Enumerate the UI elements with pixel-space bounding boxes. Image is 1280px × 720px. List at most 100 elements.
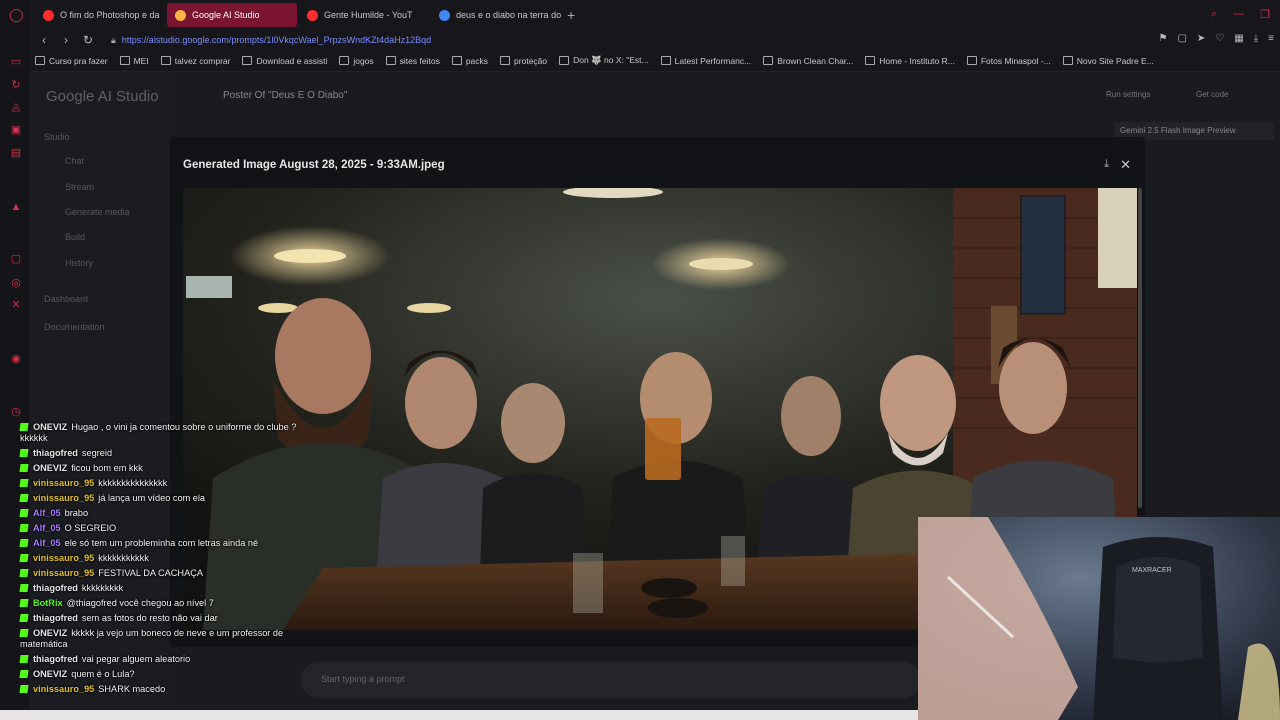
player-icon[interactable]: ◉ bbox=[9, 352, 23, 366]
chat-username[interactable]: BotRix bbox=[33, 598, 63, 608]
folder-icon bbox=[660, 56, 671, 65]
bookmark-icon[interactable]: ⚑ bbox=[1159, 33, 1168, 44]
bookmark-item[interactable]: Download e assisti bbox=[242, 56, 327, 66]
aria-icon[interactable]: ▲ bbox=[9, 200, 23, 214]
bookmark-item[interactable]: jogos bbox=[339, 56, 374, 66]
chat-text: SHARK macedo bbox=[98, 684, 166, 694]
chat-username[interactable]: thiagofred bbox=[33, 448, 78, 458]
bookmark-label: MEI bbox=[133, 55, 149, 66]
chat-message: BotRix @thiagofred você chegou ao nível 7 bbox=[19, 596, 310, 611]
ai-icon[interactable]: ◬ bbox=[9, 100, 23, 114]
get-code-button[interactable]: Get code bbox=[1196, 90, 1228, 99]
chat-message: Alf_05 ele só tem um probleminha com letr… bbox=[19, 536, 310, 551]
bookmark-item[interactable]: proteção bbox=[500, 56, 547, 66]
sidebar-item-dashboard[interactable]: Dashboard bbox=[44, 294, 88, 304]
chat-text: quem é o Lula? bbox=[71, 669, 135, 679]
bookmarks-bar: Curso pra fazer MEI talvez comprar Download… bbox=[31, 50, 1280, 72]
menu-icon[interactable]: ≡ bbox=[1268, 33, 1274, 44]
chat-username[interactable]: vinissauro_95 bbox=[33, 684, 94, 694]
x-icon[interactable]: ✕ bbox=[9, 298, 23, 312]
heart-icon[interactable]: ♡ bbox=[1215, 33, 1224, 44]
sidebar-item-stream[interactable]: Stream bbox=[65, 182, 94, 192]
chat-username[interactable]: ONEVIZ bbox=[33, 463, 67, 473]
chat-username[interactable]: thiagofred bbox=[33, 654, 78, 664]
sidebar-item-documentation[interactable]: Documentation bbox=[44, 322, 105, 332]
chat-username[interactable]: vinissauro_95 bbox=[33, 553, 94, 563]
chat-text: já lança um vídeo com ela bbox=[98, 493, 206, 503]
minimize-button[interactable]: — bbox=[1233, 8, 1244, 21]
chat-message: ONEVIZ quem é o Lula? bbox=[19, 667, 310, 682]
bookmark-label: packs bbox=[465, 55, 489, 66]
bookmark-item[interactable]: packs bbox=[451, 55, 489, 66]
chat-username[interactable]: ONEVIZ bbox=[33, 422, 67, 432]
chat-message: thiagofred sem as fotos do resto não vai … bbox=[19, 611, 310, 626]
chat-text: FESTIVAL DA CACHAÇA bbox=[98, 568, 203, 578]
download-icon[interactable]: ⤓ bbox=[1104, 158, 1109, 171]
chat-username[interactable]: thiagofred bbox=[33, 583, 78, 593]
tab-label: deus e o diabo na terra do bbox=[456, 10, 561, 20]
chat-text: kkkkkkkkkkkkkkk bbox=[98, 478, 168, 488]
history-icon[interactable]: ◷ bbox=[9, 405, 23, 419]
tab-gente-humilde[interactable]: Gente Humilde - YouT bbox=[299, 3, 429, 27]
download-icon[interactable]: ⤓ bbox=[1254, 33, 1258, 44]
tab-photoshop[interactable]: O fim do Photoshop e da bbox=[35, 3, 165, 27]
prompt-title[interactable]: Poster Of "Deus E O Diabo" bbox=[223, 90, 347, 101]
new-tab-button[interactable]: + bbox=[567, 7, 575, 23]
webcam-feed: MAXRACER bbox=[918, 517, 1280, 720]
chat-icon[interactable]: ▢ bbox=[9, 252, 23, 266]
extension-icon[interactable]: ▤ bbox=[9, 146, 23, 160]
bookmark-item[interactable]: Novo Site Padre E... bbox=[1062, 56, 1154, 66]
refresh-icon[interactable]: ↻ bbox=[9, 78, 23, 92]
youtube-icon bbox=[307, 9, 318, 21]
kick-badge-icon bbox=[19, 524, 29, 532]
run-settings-label: Run settings bbox=[1106, 90, 1151, 99]
url-field[interactable]: 🔒︎ https://aistudio.google.com/prompts/1l… bbox=[111, 35, 431, 46]
home-icon[interactable]: ▭ bbox=[9, 55, 23, 69]
sidebar-item-history[interactable]: History bbox=[65, 258, 93, 268]
forward-button[interactable]: › bbox=[57, 33, 75, 47]
modal-scrollbar[interactable] bbox=[1138, 188, 1142, 508]
bookmark-item[interactable]: Don 🐺 no X: "Est... bbox=[559, 55, 649, 66]
chat-username[interactable]: ONEVIZ bbox=[33, 669, 67, 679]
chat-message: vinissauro_95 já lança um vídeo com ela bbox=[19, 491, 310, 506]
bookmark-label: sites feitos bbox=[399, 55, 440, 66]
whatsapp-icon[interactable]: ◎ bbox=[9, 276, 23, 290]
sidebar-item-chat[interactable]: Chat bbox=[65, 156, 84, 166]
bookmark-item[interactable]: MEI bbox=[119, 55, 149, 66]
folder-icon bbox=[160, 56, 171, 65]
sidebar-item-studio[interactable]: Studio bbox=[44, 132, 70, 142]
bookmark-item[interactable]: talvez comprar bbox=[160, 56, 230, 66]
sidebar-item-build[interactable]: Build bbox=[65, 232, 85, 242]
close-icon[interactable]: ✕ bbox=[1120, 157, 1131, 173]
prompt-input[interactable]: Start typing a prompt bbox=[301, 662, 921, 698]
chat-username[interactable]: thiagofred bbox=[33, 613, 78, 623]
search-tabs-icon[interactable]: ⌕ bbox=[1211, 8, 1217, 21]
bookmark-item[interactable]: Brown Clean Char... bbox=[763, 56, 853, 66]
bookmark-item[interactable]: sites feitos bbox=[385, 55, 440, 66]
bookmark-item[interactable]: Curso pra fazer bbox=[35, 56, 108, 66]
bookmark-item[interactable]: Fotos Minaspol -... bbox=[966, 56, 1051, 66]
tab-deus-diabo[interactable]: deus e o diabo na terra do bbox=[431, 3, 561, 27]
chat-username[interactable]: Alf_05 bbox=[33, 538, 61, 548]
chat-username[interactable]: ONEVIZ bbox=[33, 628, 67, 638]
chat-username[interactable]: vinissauro_95 bbox=[33, 568, 94, 578]
tab-ai-studio[interactable]: Google AI Studio bbox=[167, 3, 297, 27]
opera-logo-icon[interactable]: ◯ bbox=[9, 8, 24, 22]
restore-button[interactable]: ❐ bbox=[1260, 8, 1270, 21]
reload-button[interactable]: ↻ bbox=[79, 33, 97, 47]
snapshot-icon[interactable]: ▢ bbox=[1177, 33, 1186, 44]
chat-username[interactable]: vinissauro_95 bbox=[33, 493, 94, 503]
bookmark-item[interactable]: Latest Performanc... bbox=[660, 56, 751, 66]
sidebar-item-generate-media[interactable]: Generate media bbox=[65, 207, 130, 217]
chat-username[interactable]: Alf_05 bbox=[33, 523, 61, 533]
messenger-icon[interactable]: ▣ bbox=[9, 123, 23, 137]
folder-icon bbox=[559, 56, 570, 65]
bookmark-item[interactable]: Home - Instituto R... bbox=[865, 56, 955, 66]
back-button[interactable]: ‹ bbox=[35, 33, 53, 47]
chat-username[interactable]: Alf_05 bbox=[33, 508, 61, 518]
kick-badge-icon bbox=[19, 423, 29, 431]
chat-username[interactable]: vinissauro_95 bbox=[33, 478, 94, 488]
send-icon[interactable]: ➤ bbox=[1197, 33, 1205, 44]
chat-message: ONEVIZ ficou bom em kkk bbox=[19, 461, 310, 476]
extensions-icon[interactable]: ▦ bbox=[1234, 33, 1243, 44]
